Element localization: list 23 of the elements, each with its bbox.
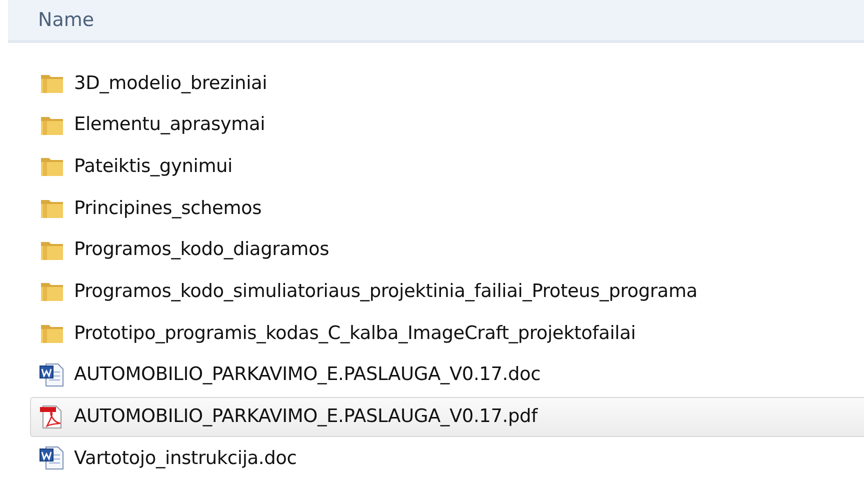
file-name: Programos_kodo_diagramos [74, 239, 330, 260]
file-row[interactable]: Programos_kodo_simuliatoriaus_projektinia_failiai_Proteus_programa [30, 271, 864, 312]
file-row[interactable]: AUTOMOBILIO_PARKAVIMO_E.PASLAUGA_V0.17.pdf [30, 396, 864, 436]
file-name: Programos_kodo_simuliatoriaus_projektinia_failiai_Proteus_programa [74, 280, 698, 302]
file-row[interactable]: Principines_schemos [30, 188, 864, 228]
file-row[interactable]: Vartotojo_instrukcija.doc [30, 438, 864, 478]
file-name: Principines_schemos [74, 198, 262, 219]
word-document-icon [39, 445, 65, 472]
file-row[interactable]: 3D_modelio_breziniai [30, 63, 864, 103]
file-row[interactable]: Programos_kodo_diagramos [30, 230, 864, 270]
file-row[interactable]: Pateiktis_gynimui [30, 146, 864, 186]
file-row[interactable]: Elementu_aprasymai [30, 104, 864, 145]
file-name: AUTOMOBILIO_PARKAVIMO_E.PASLAUGA_V0.17.pdf [74, 406, 538, 427]
file-name: Elementu_aprasymai [74, 114, 266, 136]
word-document-icon [39, 362, 65, 388]
column-header[interactable]: Name [8, 0, 864, 43]
file-name: Prototipo_programis_kodas_C_kalba_ImageCraft_projektofailai [74, 322, 636, 344]
file-name: AUTOMOBILIO_PARKAVIMO_E.PASLAUGA_V0.17.doc [74, 364, 541, 386]
file-name: 3D_modelio_breziniai [74, 72, 268, 94]
file-name: Vartotojo_instrukcija.doc [74, 448, 297, 469]
file-row[interactable]: Prototipo_programis_kodas_C_kalba_ImageCraft_projektofailai [30, 313, 864, 354]
file-name: Pateiktis_gynimui [74, 156, 232, 177]
file-row[interactable]: AUTOMOBILIO_PARKAVIMO_E.PASLAUGA_V0.17.doc [30, 354, 864, 395]
